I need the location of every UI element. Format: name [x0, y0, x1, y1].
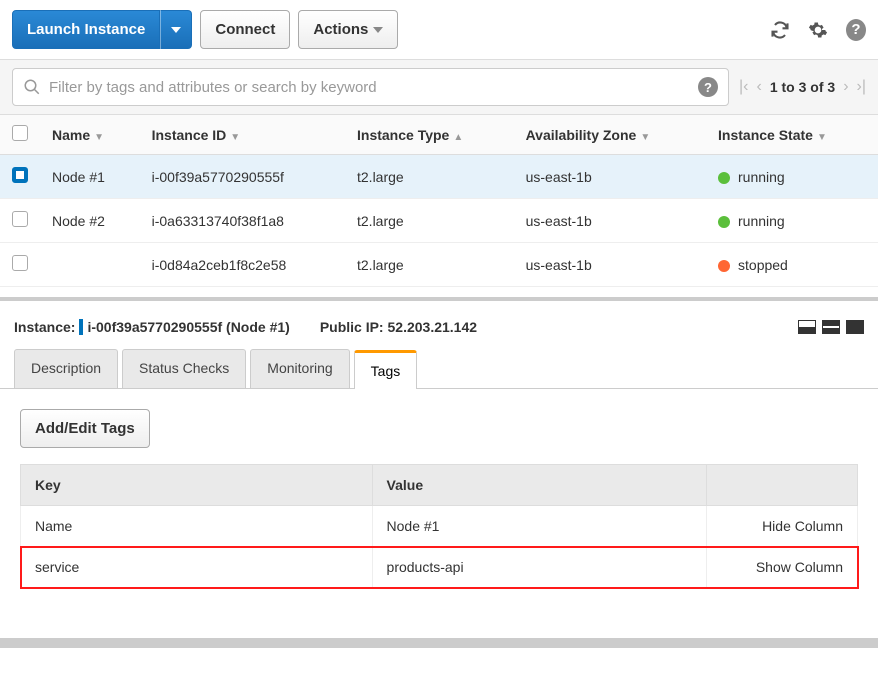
tab-description[interactable]: Description [14, 349, 118, 388]
tag-column-toggle[interactable]: Hide Column [707, 506, 858, 547]
tag-key: service [21, 547, 373, 588]
col-availability-zone[interactable]: Availability Zone▼ [514, 115, 706, 155]
cell-state: running [706, 155, 878, 199]
row-checkbox[interactable] [12, 211, 28, 227]
cell-az: us-east-1b [514, 155, 706, 199]
cell-instance-type: t2.large [345, 155, 514, 199]
table-row[interactable]: Node #1i-00f39a5770290555ft2.largeus-eas… [0, 155, 878, 199]
cell-az: us-east-1b [514, 243, 706, 287]
tag-row: serviceproducts-apiShow Column [21, 547, 858, 588]
search-input[interactable] [49, 79, 698, 96]
add-edit-tags-button[interactable]: Add/Edit Tags [20, 409, 150, 448]
page-first-icon[interactable]: |‹ [739, 78, 748, 96]
search-box: ? [12, 68, 729, 106]
tags-col-action [707, 465, 858, 506]
status-dot-icon [718, 216, 730, 228]
instance-value: i-00f39a5770290555f (Node #1) [87, 319, 289, 335]
cell-az: us-east-1b [514, 199, 706, 243]
page-last-icon[interactable]: ›| [857, 78, 866, 96]
launch-instance-button[interactable]: Launch Instance [12, 10, 160, 49]
status-dot-icon [718, 172, 730, 184]
tags-col-key: Key [21, 465, 373, 506]
selection-bar-icon [79, 319, 83, 335]
caret-down-icon [171, 27, 181, 33]
page-prev-icon[interactable]: ‹ [757, 78, 762, 96]
instance-label: Instance: [14, 319, 75, 335]
col-instance-state[interactable]: Instance State▼ [706, 115, 878, 155]
help-icon[interactable]: ? [846, 20, 866, 40]
footer-bar [0, 638, 878, 648]
layout-icon-split[interactable] [822, 320, 840, 334]
detail-header: Instance: i-00f39a5770290555f (Node #1) … [0, 297, 878, 349]
search-help-icon[interactable]: ? [698, 77, 718, 97]
col-instance-type[interactable]: Instance Type▲ [345, 115, 514, 155]
tags-panel: Add/Edit Tags Key Value NameNode #1Hide … [0, 389, 878, 608]
search-icon [23, 78, 41, 96]
status-dot-icon [718, 260, 730, 272]
tags-col-value: Value [372, 465, 707, 506]
tab-monitoring[interactable]: Monitoring [250, 349, 349, 388]
cell-state: stopped [706, 243, 878, 287]
layout-icon-full[interactable] [846, 320, 864, 334]
public-ip-value: 52.203.21.142 [388, 319, 478, 335]
tag-value: products-api [372, 547, 707, 588]
tab-status-checks[interactable]: Status Checks [122, 349, 246, 388]
tag-value: Node #1 [372, 506, 707, 547]
cell-name: Node #2 [40, 199, 140, 243]
row-checkbox[interactable] [12, 255, 28, 271]
tag-key: Name [21, 506, 373, 547]
tags-table: Key Value NameNode #1Hide Columnservicep… [20, 464, 858, 588]
pager: |‹ ‹ 1 to 3 of 3 › ›| [739, 78, 866, 96]
tab-tags[interactable]: Tags [354, 350, 418, 389]
col-instance-id[interactable]: Instance ID▼ [140, 115, 345, 155]
layout-icon-bottom[interactable] [798, 320, 816, 334]
table-row[interactable]: Node #2i-0a63313740f38f1a8t2.largeus-eas… [0, 199, 878, 243]
cell-instance-id: i-0d84a2ceb1f8c2e58 [140, 243, 345, 287]
row-checkbox[interactable] [12, 167, 28, 183]
cell-instance-id: i-00f39a5770290555f [140, 155, 345, 199]
main-toolbar: Launch Instance Connect Actions ? [0, 0, 878, 59]
connect-button[interactable]: Connect [200, 10, 290, 49]
launch-instance-split-button: Launch Instance [12, 10, 192, 49]
table-row[interactable]: i-0d84a2ceb1f8c2e58t2.largeus-east-1bsto… [0, 243, 878, 287]
select-all-checkbox[interactable] [12, 125, 28, 141]
public-ip-label: Public IP: [320, 319, 384, 335]
cell-instance-id: i-0a63313740f38f1a8 [140, 199, 345, 243]
search-row: ? |‹ ‹ 1 to 3 of 3 › ›| [0, 59, 878, 115]
cell-name: Node #1 [40, 155, 140, 199]
tag-column-toggle[interactable]: Show Column [707, 547, 858, 588]
cell-name [40, 243, 140, 287]
pager-text: 1 to 3 of 3 [770, 79, 835, 95]
cell-state: running [706, 199, 878, 243]
page-next-icon[interactable]: › [843, 78, 848, 96]
tag-row: NameNode #1Hide Column [21, 506, 858, 547]
caret-down-icon [373, 27, 383, 33]
actions-button[interactable]: Actions [298, 10, 398, 49]
cell-instance-type: t2.large [345, 243, 514, 287]
gear-icon[interactable] [808, 20, 828, 40]
cell-instance-type: t2.large [345, 199, 514, 243]
col-name[interactable]: Name▼ [40, 115, 140, 155]
instances-table: Name▼ Instance ID▼ Instance Type▲ Availa… [0, 115, 878, 287]
detail-tabs: Description Status Checks Monitoring Tag… [0, 349, 878, 389]
refresh-icon[interactable] [770, 20, 790, 40]
launch-instance-dropdown-button[interactable] [160, 10, 192, 49]
